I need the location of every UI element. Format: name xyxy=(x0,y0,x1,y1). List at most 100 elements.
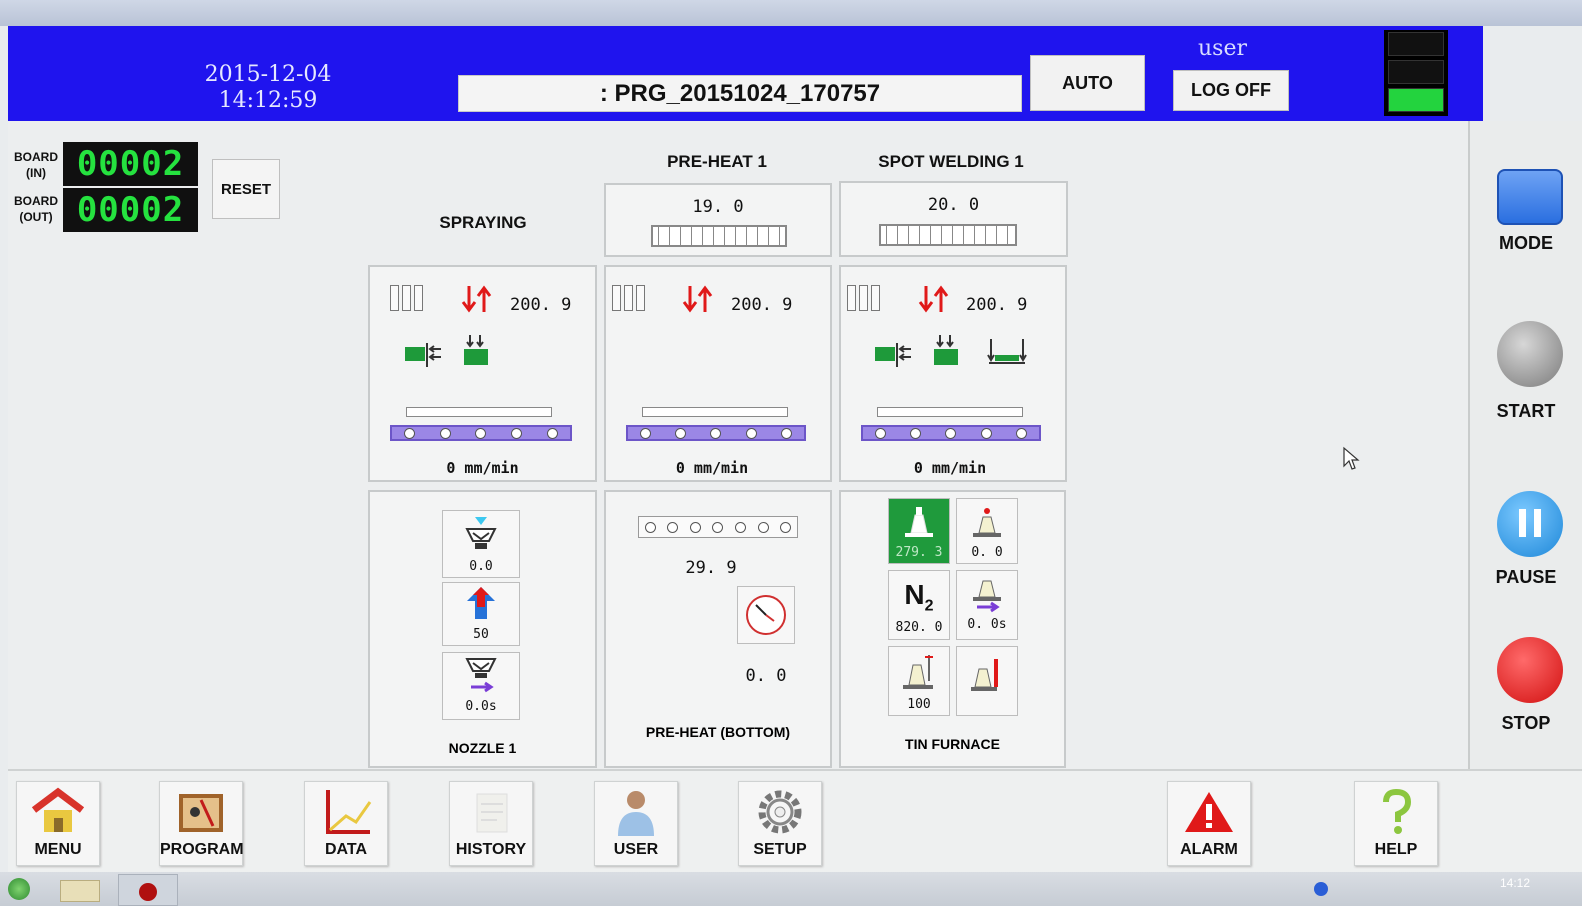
board-lift-icon xyxy=(987,339,1027,364)
start-button[interactable] xyxy=(1497,321,1563,387)
nozzle-delay-icon xyxy=(465,658,497,693)
data-button[interactable]: DATA xyxy=(304,781,388,866)
width-adjust-arrows-icon xyxy=(918,285,949,313)
help-question-icon xyxy=(1383,788,1412,834)
board-in-label-line2: (IN) xyxy=(26,166,46,180)
pause-icon-bar-left xyxy=(1519,509,1526,537)
solder-level-value: 100 xyxy=(907,697,931,712)
user-label: user xyxy=(1198,36,1247,61)
program-label: PROGRAM xyxy=(160,841,244,858)
conveyor-belt xyxy=(390,425,572,441)
data-chart-icon xyxy=(326,790,372,834)
nozzle-spray-cell[interactable]: 0.0 xyxy=(442,510,520,578)
mode-button[interactable] xyxy=(1497,169,1563,225)
data-label: DATA xyxy=(324,841,368,858)
nozzle-delay-value: 0.0s xyxy=(465,699,497,714)
gear-icon xyxy=(758,790,802,834)
nozzle-spray-icon xyxy=(465,517,497,549)
preheat-temp: 19. 0 xyxy=(692,197,744,217)
timer-cell[interactable] xyxy=(737,586,795,644)
nozzle-delay-cell[interactable]: 0.0s xyxy=(442,652,520,720)
spot-speed: 0 mm/min xyxy=(913,459,987,477)
wave-nozzle-icon xyxy=(973,508,1001,537)
taskbar-app-button[interactable] xyxy=(118,874,178,906)
board-stop-icon xyxy=(405,343,441,367)
n2-icon: N2 xyxy=(889,579,949,616)
width-bars-icon xyxy=(390,285,423,311)
time-text: 14:12:59 xyxy=(218,88,318,113)
menu-button[interactable]: MENU xyxy=(16,781,100,866)
help-button[interactable]: HELP xyxy=(1354,781,1438,866)
spot-conveyor-panel[interactable]: 200. 9 0 mm/min xyxy=(839,265,1067,482)
spot-heater-panel[interactable]: 20. 0 xyxy=(839,181,1068,257)
preheat-heater-panel[interactable]: 19. 0 xyxy=(604,183,832,257)
setup-button[interactable]: SETUP xyxy=(738,781,822,866)
bottom-nav-bar: MENU PROGRAM DATA HISTORY USER SETUP ALA… xyxy=(8,769,1582,872)
solder-level-icon xyxy=(903,655,933,689)
furnace-height-cell[interactable] xyxy=(956,646,1018,716)
tower-lamp-yellow xyxy=(1388,60,1444,84)
n2-label: N xyxy=(904,579,925,610)
start-orb-icon[interactable] xyxy=(8,878,30,900)
program-button[interactable]: PROGRAM xyxy=(159,781,244,866)
width-bars-icon xyxy=(612,285,645,311)
taskbar-clock: 14:12 xyxy=(1500,876,1531,890)
furnace-temp-value: 279. 3 xyxy=(895,545,943,560)
preheat-speed: 0 mm/min xyxy=(675,459,749,477)
board-clamp-icon xyxy=(934,335,958,365)
width-adjust-arrows-icon xyxy=(682,285,713,313)
preheat-bottom-panel[interactable]: 29. 9 0. 0 PRE-HEAT (BOTTOM) xyxy=(604,490,832,768)
timer-clock-icon xyxy=(746,595,786,635)
preheat-width-value: 200. 9 xyxy=(731,295,793,315)
furnace-delay-cell[interactable]: 0. 0s xyxy=(956,570,1018,640)
tray-help-icon[interactable] xyxy=(1314,882,1328,896)
nozzle-panel: 0.0 50 0.0s NOZZLE 1 xyxy=(368,490,597,768)
board-out-label-line2: (OUT) xyxy=(19,210,53,224)
reset-button[interactable]: RESET xyxy=(212,159,280,219)
pause-button[interactable] xyxy=(1497,491,1563,557)
conveyor-rail xyxy=(406,407,552,417)
alarm-button[interactable]: ALARM xyxy=(1167,781,1251,866)
folder-icon[interactable] xyxy=(60,880,100,902)
board-in-label-line1: BOARD xyxy=(14,150,58,164)
home-icon xyxy=(31,787,85,832)
spot-temp: 20. 0 xyxy=(927,195,980,215)
history-button[interactable]: HISTORY xyxy=(449,781,533,866)
spraying-conveyor-panel[interactable]: 200. 9 0 mm/min xyxy=(368,265,597,482)
user-label: USER xyxy=(613,841,659,858)
date-text: 2015-12-04 xyxy=(204,62,332,87)
tin-furnace-title: TIN FURNACE xyxy=(905,736,1000,752)
furnace-wave-cell[interactable]: 0. 0 xyxy=(956,498,1018,564)
spot-welding-title: SPOT WELDING 1 xyxy=(878,152,1024,171)
nozzle-pressure-cell[interactable]: 50 xyxy=(442,582,520,646)
width-adjust-arrows-icon xyxy=(461,285,492,313)
tin-furnace-panel: 279. 3 0. 0 N2 820. 0 0. 0s 100 TIN FURN… xyxy=(839,490,1066,768)
furnace-delay-icon xyxy=(973,580,1001,613)
stop-button[interactable] xyxy=(1497,637,1563,703)
signal-tower-indicator xyxy=(1384,30,1448,116)
log-off-button[interactable]: LOG OFF xyxy=(1173,70,1289,111)
alarm-warning-icon xyxy=(1185,792,1233,832)
spraying-speed: 0 mm/min xyxy=(446,459,519,477)
furnace-delay-value: 0. 0s xyxy=(967,617,1007,632)
conveyor-rail xyxy=(877,407,1023,417)
board-clamp-icon xyxy=(464,335,488,365)
program-book-icon xyxy=(179,794,223,832)
auto-button[interactable]: AUTO xyxy=(1030,55,1145,111)
preheat-heater-icon xyxy=(651,225,787,247)
preheat-title: PRE-HEAT 1 xyxy=(667,152,767,171)
mode-label: MODE xyxy=(1499,233,1553,253)
user-button[interactable]: USER xyxy=(594,781,678,866)
furnace-temp-cell[interactable]: 279. 3 xyxy=(888,498,950,564)
solder-level-cell[interactable]: 100 xyxy=(888,646,950,716)
nitrogen-cell[interactable]: N2 820. 0 xyxy=(888,570,950,640)
setup-label: SETUP xyxy=(753,841,807,858)
preheat-conveyor-panel[interactable]: 200. 9 0 mm/min xyxy=(604,265,832,482)
preheat-bottom-title: PRE-HEAT (BOTTOM) xyxy=(645,724,791,740)
right-control-panel: MODE START PAUSE STOP xyxy=(1468,121,1582,769)
board-out-counter: 00002 xyxy=(63,188,198,232)
board-in-counter: 00002 xyxy=(63,142,198,186)
conveyor-belt xyxy=(626,425,806,441)
menu-label: MENU xyxy=(34,841,82,858)
spraying-width-value: 200. 9 xyxy=(510,295,572,315)
